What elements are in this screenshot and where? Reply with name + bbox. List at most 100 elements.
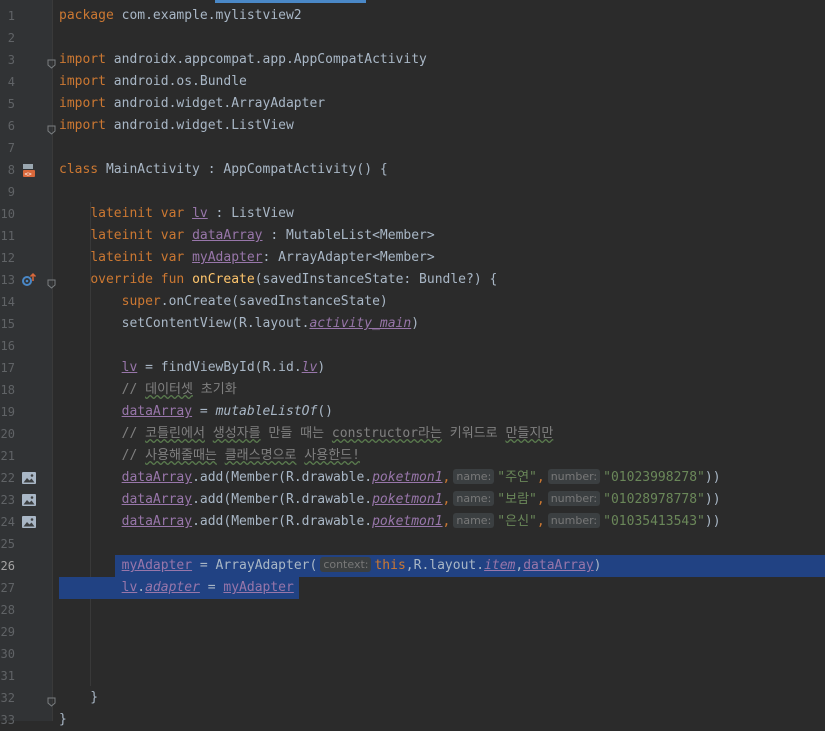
fold-marker-icon[interactable] [47,275,56,289]
line-number: 30 [0,647,15,661]
code-token: : MutableList<Member> [262,228,435,243]
code-text: import android.os.Bundle [59,71,247,93]
code-line[interactable]: 29 [0,621,825,643]
parameter-hint: name: [453,513,495,528]
code-line[interactable]: 6 import android.widget.ListView [0,115,825,137]
editor-tab-strip [0,0,825,3]
code-line[interactable]: 20 // 코틀린에서 생성자를 만들 때는 constructor라는 키워드… [0,423,825,445]
code-token: : ListView [207,206,294,221]
code-line[interactable]: 4 import android.os.Bundle [0,71,825,93]
code-token: 초기화 [192,382,237,397]
code-line[interactable]: 23 dataArray.add(Member(R.drawable.poket… [0,489,825,511]
code-text: // 사용해줄때는 클래스명으로 사용한드! [59,445,360,467]
override-icon[interactable] [21,272,37,288]
code-token: . [137,580,146,595]
code-line[interactable]: 27 lv.adapter = myAdapter [0,577,825,599]
line-number: 33 [0,713,15,727]
code-line[interactable]: 18 // 데이터셋 초기화 [0,379,825,401]
code-token: dataArray [523,558,594,573]
code-token: .add(Member(R.drawable. [192,470,373,485]
code-line[interactable]: 31 [0,665,825,687]
code-token: this [374,558,406,573]
code-token: mutableListOf [215,404,318,419]
code-text: import androidx.appcompat.app.AppCompatA… [59,49,427,71]
code-token: dataArray [121,470,193,485]
code-token: () [317,404,333,419]
code-line[interactable]: 7 [0,137,825,159]
code-token: "01035413543" [603,514,705,529]
line-number: 4 [7,75,15,89]
code-line[interactable]: 17 lv = findViewById(R.id.lv) [0,357,825,379]
code-token: androidx.appcompat.app.AppCompatActivity [105,52,427,67]
code-token: , [442,492,451,507]
code-line[interactable]: 12 lateinit var myAdapter: ArrayAdapter<… [0,247,825,269]
code-token: myAdapter [121,558,193,573]
code-line[interactable]: 11 lateinit var dataArray : MutableList<… [0,225,825,247]
code-token: } [59,690,99,705]
code-line[interactable]: 9 [0,181,825,203]
fold-marker-icon[interactable] [47,55,56,69]
code-line[interactable]: 5 import android.widget.ArrayAdapter [0,93,825,115]
code-line[interactable]: 15 setContentView(R.layout.activity_main… [0,313,825,335]
code-line[interactable]: 28 [0,599,825,621]
code-token: // [121,448,146,463]
code-editor[interactable]: 1 package com.example.mylistview2 2 3 import… [0,5,825,731]
code-token: .onCreate(savedInstanceState) [160,294,388,309]
code-token: "01028978778" [603,492,705,507]
fold-marker-icon[interactable] [47,121,56,135]
code-line[interactable]: 3 import androidx.appcompat.app.AppCompat… [0,49,825,71]
code-line[interactable]: 10 lateinit var lv : ListView [0,203,825,225]
code-line[interactable]: 2 [0,27,825,49]
code-line[interactable]: 13 override fun onCreate(savedInstanceSt… [0,269,825,291]
code-text: } [59,687,98,709]
code-token: dataArray [192,228,263,243]
code-line[interactable]: 19 dataArray = mutableListOf() [0,401,825,423]
code-line[interactable]: 8 <> class MainActivity : AppCompatActivit… [0,159,825,181]
code-line[interactable]: 16 [0,335,825,357]
code-token: 코틀린에서 [145,426,205,441]
code-line[interactable]: 14 super.onCreate(savedInstanceState) [0,291,825,313]
code-text: package com.example.mylistview2 [59,5,302,27]
code-text: super.onCreate(savedInstanceState) [59,291,388,313]
code-token: , [442,514,451,529]
parameter-hint: name: [453,491,495,506]
code-line[interactable]: 21 // 사용해줄때는 클래스명으로 사용한드! [0,445,825,467]
line-number: 3 [7,53,15,67]
code-token: "보람" [497,492,537,507]
android-activity-icon[interactable]: <> [21,162,37,178]
code-line[interactable]: 1 package com.example.mylistview2 [0,5,825,27]
image-icon[interactable] [21,514,37,530]
image-icon[interactable] [21,470,37,486]
code-line[interactable]: 33} [0,709,825,731]
code-token: 사용한드! [304,448,360,463]
image-icon[interactable] [21,492,37,508]
code-token: activity_main [309,316,412,331]
code-line[interactable]: 26 myAdapter = ArrayAdapter(context: this… [0,555,825,577]
code-line[interactable]: 32 } [0,687,825,709]
code-line[interactable]: 22 dataArray.add(Member(R.drawable.poket… [0,467,825,489]
code-line[interactable]: 25 [0,533,825,555]
code-token: android.os.Bundle [105,74,247,89]
code-token: lateinit var [90,250,185,265]
code-token: 만들지만 [505,426,554,441]
line-number: 28 [0,603,15,617]
code-line[interactable]: 30 [0,643,825,665]
code-token: super [121,294,161,309]
code-line[interactable]: 24 dataArray.add(Member(R.drawable.poket… [0,511,825,533]
code-token: } [59,712,67,727]
fold-marker-icon[interactable] [47,693,56,707]
line-number: 27 [0,581,15,595]
line-number: 11 [0,229,15,243]
line-number: 25 [0,537,15,551]
code-token: com.example.mylistview2 [113,8,302,23]
code-token: class [59,162,99,177]
code-token: ) [411,316,420,331]
code-token: .add(Member(R.drawable. [192,514,373,529]
